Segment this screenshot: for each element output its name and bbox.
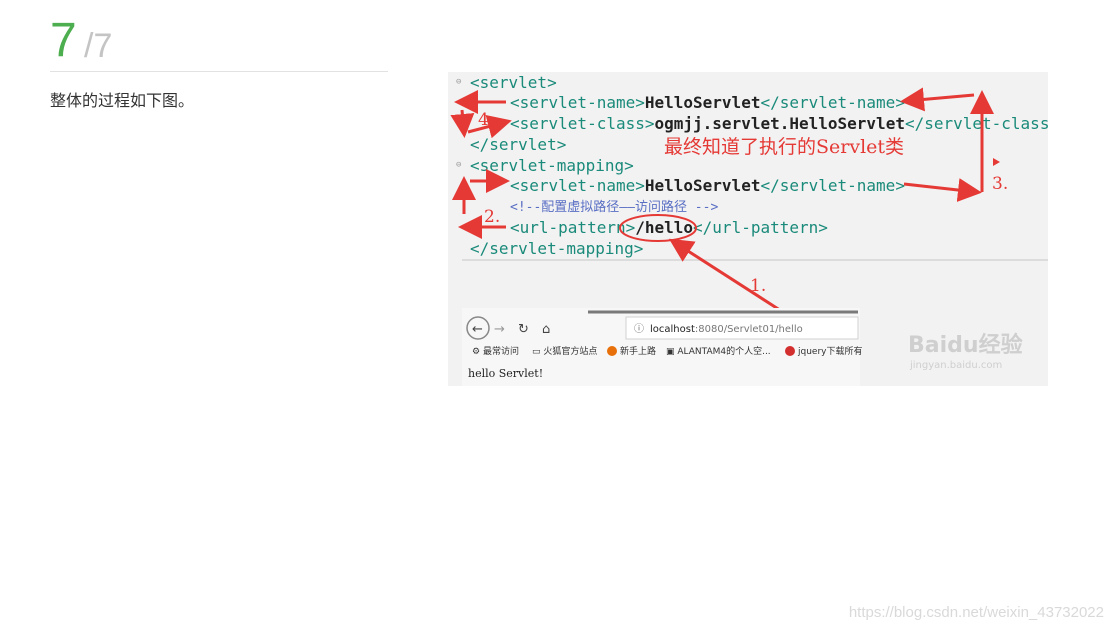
home-icon[interactable]: ⌂	[542, 322, 550, 337]
arrow-step-1	[668, 238, 787, 316]
info-icon: ⓘ	[634, 323, 644, 335]
xml-line-servlet-name: <servlet-name>HelloServlet</servlet-name…	[510, 93, 905, 112]
arrow-step-3-right	[903, 178, 982, 202]
browser-snippet: ← → ↻ ⌂ ⓘ localhost:8080/Servlet01/hello…	[462, 308, 862, 386]
annotation-final-servlet-class: 最终知道了执行的Servlet类	[664, 136, 904, 158]
bookmark-firefox-site[interactable]: ▭ 火狐官方站点	[532, 345, 597, 357]
xml-line-url-pattern: <url-pattern>/hello</url-pattern>	[510, 218, 828, 237]
xml-line-mapping-servlet-name: <servlet-name>HelloServlet</servlet-name…	[510, 176, 905, 195]
forward-arrow-icon[interactable]: →	[494, 322, 505, 337]
bookmark-getting-started[interactable]: 新手上路	[620, 345, 656, 357]
baidu-watermark-logo: Baidu经验	[908, 332, 1023, 358]
step-figure: ⊖ ⊖ <servlet> <servlet-name>HelloServlet…	[448, 72, 1048, 386]
step-label-2: 2.	[484, 207, 500, 227]
url-text[interactable]: localhost:8080/Servlet01/hello	[650, 324, 803, 335]
bookmark-jquery[interactable]: jquery下载所有	[797, 345, 862, 357]
step-current-number: 7	[50, 14, 77, 67]
xml-servlet-mapping-open: <servlet-mapping>	[470, 156, 634, 175]
arrow-step-3-left	[900, 87, 975, 112]
page-content-text: hello Servlet!	[468, 367, 543, 380]
step-total-number: /7	[84, 27, 113, 65]
step-header: 7 /7	[50, 12, 388, 72]
xml-servlet-open: <servlet>	[470, 73, 557, 92]
csdn-watermark: https://blog.csdn.net/weixin_43732022	[848, 604, 1104, 621]
xml-comment: <!--配置虚拟路径——访问路径 -->	[510, 199, 718, 215]
step-label-3: 3.	[992, 174, 1008, 194]
xml-servlet-close: </servlet>	[470, 135, 566, 154]
small-marker-icon	[993, 158, 1000, 166]
fold-marker-icon: ⊖	[456, 160, 461, 170]
step-description: 整体的过程如下图。	[50, 91, 195, 110]
back-arrow-icon: ←	[472, 322, 483, 337]
bookmark-most-visited[interactable]: ⚙ 最常访问	[472, 345, 519, 357]
reload-icon[interactable]: ↻	[518, 322, 529, 337]
fold-marker-icon: ⊖	[456, 77, 461, 87]
xml-line-servlet-class: <servlet-class>ogmjj.servlet.HelloServle…	[510, 114, 1048, 133]
xml-servlet-mapping-close: </servlet-mapping>	[470, 239, 643, 258]
baidu-watermark-url: jingyan.baidu.com	[909, 360, 1002, 371]
arrow-step-4-down	[450, 109, 475, 138]
jquery-icon	[785, 346, 795, 356]
firefox-icon	[607, 346, 617, 356]
bookmark-alantam[interactable]: ▣ ALANTAM4的个人空...	[666, 345, 771, 357]
